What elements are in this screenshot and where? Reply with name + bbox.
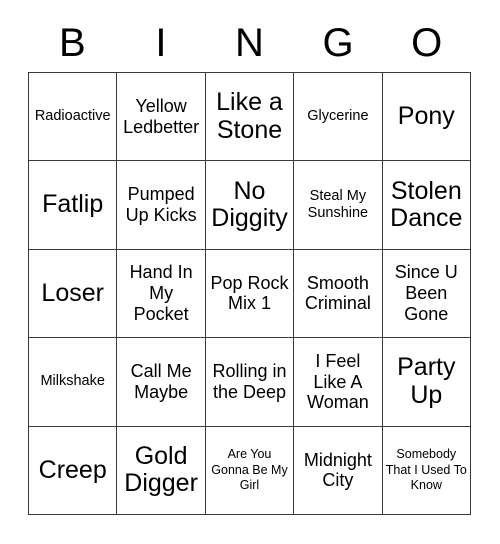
bingo-cell-label: Pony: [397, 101, 455, 130]
bingo-cell-label: Are You Gonna Be My Girl: [211, 447, 288, 492]
bingo-cell-label: Somebody That I Used To Know: [385, 447, 467, 492]
header-letter-n: N: [235, 21, 264, 65]
header-letter-o: O: [411, 21, 443, 65]
header-letter-b: B: [58, 21, 86, 65]
bingo-cell-r2c4[interactable]: Steal My Sunshine: [294, 161, 383, 250]
bingo-cell-r4c5[interactable]: Party Up: [382, 338, 471, 427]
bingo-cell-label: Yellow Ledbetter: [123, 96, 200, 137]
bingo-cell-r1c5[interactable]: Pony: [382, 73, 471, 162]
header-letter-i: I: [155, 21, 167, 65]
bingo-cell-r5c5[interactable]: Somebody That I Used To Know: [382, 426, 471, 515]
bingo-cell-label: Smooth Criminal: [304, 272, 371, 314]
bingo-cell-r1c3[interactable]: Like a Stone: [205, 73, 295, 162]
bingo-cell-r4c3[interactable]: Rolling in the Deep: [205, 338, 295, 427]
bingo-cell-label: Radioactive: [34, 108, 111, 125]
bingo-cell-r3c3[interactable]: Pop Rock Mix 1: [205, 249, 295, 339]
header-letter-g: G: [322, 21, 354, 65]
bingo-cell-r1c2[interactable]: Yellow Ledbetter: [117, 73, 206, 162]
bingo-cell-label: Party Up: [397, 353, 456, 409]
bingo-cell-label: Fatlip: [42, 190, 104, 219]
bingo-cell-r5c3[interactable]: Are You Gonna Be My Girl: [205, 426, 295, 515]
bingo-cell-r1c4[interactable]: Glycerine: [294, 73, 383, 162]
bingo-cell-r5c2[interactable]: Gold Digger: [117, 426, 206, 515]
bingo-cell-r1c1[interactable]: Radioactive: [29, 73, 118, 162]
bingo-cell-label: Stolen Dance: [390, 176, 463, 233]
bingo-cell-label: Loser: [41, 278, 104, 307]
bingo-cell-r4c1[interactable]: Milkshake: [29, 338, 118, 427]
bingo-cell-label: Pop Rock Mix 1: [210, 272, 289, 314]
bingo-cell-label: Midnight City: [303, 449, 372, 491]
bingo-cell-r4c4[interactable]: I Feel Like A Woman: [294, 338, 383, 427]
bingo-cell-label: Glycerine: [307, 108, 369, 125]
bingo-cell-r3c2[interactable]: Hand In My Pocket: [117, 249, 206, 339]
bingo-cell-label: Milkshake: [40, 373, 105, 390]
bingo-cell-label: Pumped Up Kicks: [125, 184, 197, 226]
bingo-cell-r2c5[interactable]: Stolen Dance: [382, 161, 471, 250]
bingo-cell-label: Like a Stone: [216, 88, 283, 144]
bingo-cell-label: Rolling in the Deep: [212, 361, 287, 402]
bingo-cell-r2c2[interactable]: Pumped Up Kicks: [117, 161, 206, 250]
bingo-cell-label: Since U Been Gone: [394, 262, 458, 324]
bingo-cell-r5c4[interactable]: Midnight City: [294, 426, 383, 515]
bingo-grid: Radioactive Yellow Ledbetter Like a Stone G…: [28, 72, 471, 515]
bingo-cell-r5c1[interactable]: Creep: [29, 426, 118, 515]
bingo-header-row: B I N G O: [28, 14, 471, 72]
bingo-cell-r2c3[interactable]: No Diggity: [205, 161, 295, 250]
bingo-cell-label: Gold Digger: [124, 441, 198, 498]
bingo-card: B I N G O Radioactive Yellow Ledbetter Lik…: [0, 0, 500, 544]
bingo-cell-label: No Diggity: [211, 176, 288, 233]
bingo-cell-label: Creep: [38, 455, 107, 484]
bingo-cell-r4c2[interactable]: Call Me Maybe: [117, 338, 206, 427]
bingo-cell-label: Call Me Maybe: [130, 361, 192, 402]
bingo-cell-label: I Feel Like A Woman: [307, 350, 369, 413]
bingo-cell-label: Hand In My Pocket: [129, 262, 193, 324]
bingo-cell-r3c5[interactable]: Since U Been Gone: [382, 249, 471, 339]
bingo-cell-r2c1[interactable]: Fatlip: [29, 161, 118, 250]
bingo-cell-r3c1[interactable]: Loser: [29, 249, 118, 339]
bingo-cell-label: Steal My Sunshine: [307, 187, 369, 222]
bingo-cell-r3c4[interactable]: Smooth Criminal: [294, 249, 383, 339]
